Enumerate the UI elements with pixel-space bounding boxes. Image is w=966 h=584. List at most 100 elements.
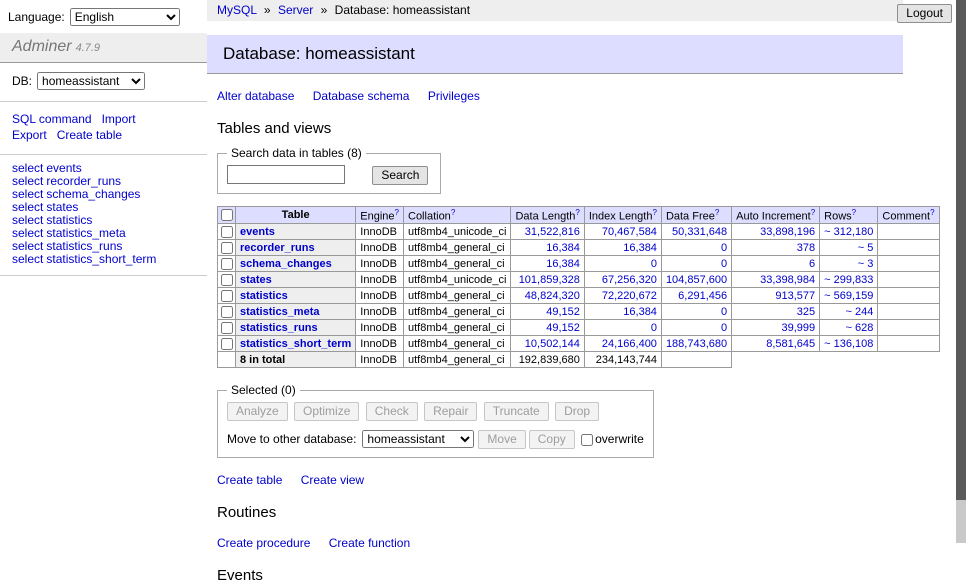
index-length-help-link[interactable]: ? <box>652 208 656 217</box>
data-free-help-link[interactable]: ? <box>715 208 719 217</box>
table-name-link[interactable]: recorder_runs <box>240 242 315 254</box>
auto-increment-link[interactable]: 913,577 <box>775 290 815 302</box>
data-length-link[interactable]: 101,859,328 <box>519 274 580 286</box>
data-length-link[interactable]: 10,502,144 <box>525 338 580 350</box>
table-name-link[interactable]: statistics_meta <box>240 306 320 318</box>
row-checkbox[interactable] <box>221 338 233 350</box>
auto-increment-link[interactable]: 8,581,645 <box>766 338 815 350</box>
engine-help-link[interactable]: ? <box>395 208 399 217</box>
table-link[interactable]: statistics_runs <box>46 239 122 253</box>
create-table-link[interactable]: Create table <box>57 128 122 142</box>
table-link[interactable]: states <box>46 200 78 214</box>
data-free-link[interactable]: 0 <box>721 258 727 270</box>
row-checkbox[interactable] <box>221 242 233 254</box>
index-length-link[interactable]: 16,384 <box>623 306 657 318</box>
scrollbar[interactable] <box>956 0 966 543</box>
data-length-link[interactable]: 49,152 <box>546 306 580 318</box>
table-link[interactable]: schema_changes <box>46 187 140 201</box>
rows-link[interactable]: ~ 5 <box>858 242 874 254</box>
table-name-link[interactable]: statistics <box>240 290 288 302</box>
auto-increment-link[interactable]: 325 <box>797 306 815 318</box>
data-free-link[interactable]: 188,743,680 <box>666 338 727 350</box>
row-checkbox[interactable] <box>221 258 233 270</box>
overwrite-checkbox[interactable] <box>581 434 593 446</box>
privileges-link[interactable]: Privileges <box>428 89 480 103</box>
breadcrumb-server-link[interactable]: Server <box>278 3 313 17</box>
select-link[interactable]: select <box>12 200 43 214</box>
index-length-link[interactable]: 67,256,320 <box>602 274 657 286</box>
index-length-link[interactable]: 16,384 <box>623 242 657 254</box>
select-link[interactable]: select <box>12 239 43 253</box>
rows-link[interactable]: ~ 628 <box>846 322 874 334</box>
row-checkbox[interactable] <box>221 226 233 238</box>
rows-link[interactable]: ~ 299,833 <box>824 274 873 286</box>
table-name-link[interactable]: schema_changes <box>240 258 332 270</box>
data-free-link[interactable]: 0 <box>721 306 727 318</box>
table-name-link[interactable]: states <box>240 274 272 286</box>
rows-link[interactable]: ~ 312,180 <box>824 226 873 238</box>
comment-help-link[interactable]: ? <box>930 208 934 217</box>
data-free-link[interactable]: 6,291,456 <box>678 290 727 302</box>
db-select[interactable]: homeassistant <box>37 72 145 90</box>
table-link[interactable]: statistics_meta <box>46 226 125 240</box>
create-function-link[interactable]: Create function <box>329 536 410 550</box>
alter-database-link[interactable]: Alter database <box>217 89 294 103</box>
row-checkbox[interactable] <box>221 290 233 302</box>
select-link[interactable]: select <box>12 187 43 201</box>
data-free-link[interactable]: 0 <box>721 242 727 254</box>
collation-help-link[interactable]: ? <box>451 208 455 217</box>
data-length-help-link[interactable]: ? <box>575 208 579 217</box>
row-checkbox[interactable] <box>221 306 233 318</box>
export-link[interactable]: Export <box>12 128 47 142</box>
auto-increment-link[interactable]: 33,898,196 <box>760 226 815 238</box>
search-input[interactable] <box>227 165 345 184</box>
rows-link[interactable]: ~ 136,108 <box>824 338 873 350</box>
create-view-link[interactable]: Create view <box>301 473 364 487</box>
auto-increment-help-link[interactable]: ? <box>811 208 815 217</box>
table-link[interactable]: events <box>46 161 81 175</box>
rows-link[interactable]: ~ 244 <box>846 306 874 318</box>
select-all-checkbox[interactable] <box>221 209 233 221</box>
database-schema-link[interactable]: Database schema <box>313 89 410 103</box>
data-length-link[interactable]: 49,152 <box>546 322 580 334</box>
index-length-link[interactable]: 24,166,400 <box>602 338 657 350</box>
data-length-link[interactable]: 16,384 <box>546 242 580 254</box>
breadcrumb-mysql-link[interactable]: MySQL <box>217 3 257 17</box>
rows-link[interactable]: ~ 569,159 <box>824 290 873 302</box>
select-link[interactable]: select <box>12 252 43 266</box>
row-checkbox[interactable] <box>221 322 233 334</box>
index-length-link[interactable]: 0 <box>651 258 657 270</box>
index-length-link[interactable]: 70,467,584 <box>602 226 657 238</box>
data-free-link[interactable]: 104,857,600 <box>666 274 727 286</box>
rows-help-link[interactable]: ? <box>852 208 856 217</box>
select-link[interactable]: select <box>12 226 43 240</box>
data-length-link[interactable]: 31,522,816 <box>525 226 580 238</box>
index-length-link[interactable]: 0 <box>651 322 657 334</box>
table-name-link[interactable]: events <box>240 226 275 238</box>
create-table-link[interactable]: Create table <box>217 473 282 487</box>
table-name-link[interactable]: statistics_runs <box>240 322 318 334</box>
scrollbar-thumb[interactable] <box>956 0 966 500</box>
rows-link[interactable]: ~ 3 <box>858 258 874 270</box>
auto-increment-link[interactable]: 33,398,984 <box>760 274 815 286</box>
row-checkbox[interactable] <box>221 274 233 286</box>
data-free-link[interactable]: 0 <box>721 322 727 334</box>
data-free-link[interactable]: 50,331,648 <box>672 226 727 238</box>
language-select[interactable]: English <box>70 8 180 26</box>
auto-increment-link[interactable]: 39,999 <box>782 322 816 334</box>
select-link[interactable]: select <box>12 213 43 227</box>
create-procedure-link[interactable]: Create procedure <box>217 536 310 550</box>
table-link[interactable]: recorder_runs <box>46 174 121 188</box>
table-name-link[interactable]: statistics_short_term <box>240 338 351 350</box>
select-link[interactable]: select <box>12 161 43 175</box>
table-link[interactable]: statistics <box>46 213 92 227</box>
auto-increment-link[interactable]: 6 <box>809 258 815 270</box>
import-link[interactable]: Import <box>102 112 136 126</box>
move-db-select[interactable]: homeassistant <box>362 430 474 448</box>
search-button[interactable]: Search <box>372 166 428 185</box>
data-length-link[interactable]: 16,384 <box>546 258 580 270</box>
data-length-link[interactable]: 48,824,320 <box>525 290 580 302</box>
auto-increment-link[interactable]: 378 <box>797 242 815 254</box>
index-length-link[interactable]: 72,220,672 <box>602 290 657 302</box>
table-link[interactable]: statistics_short_term <box>46 252 156 266</box>
